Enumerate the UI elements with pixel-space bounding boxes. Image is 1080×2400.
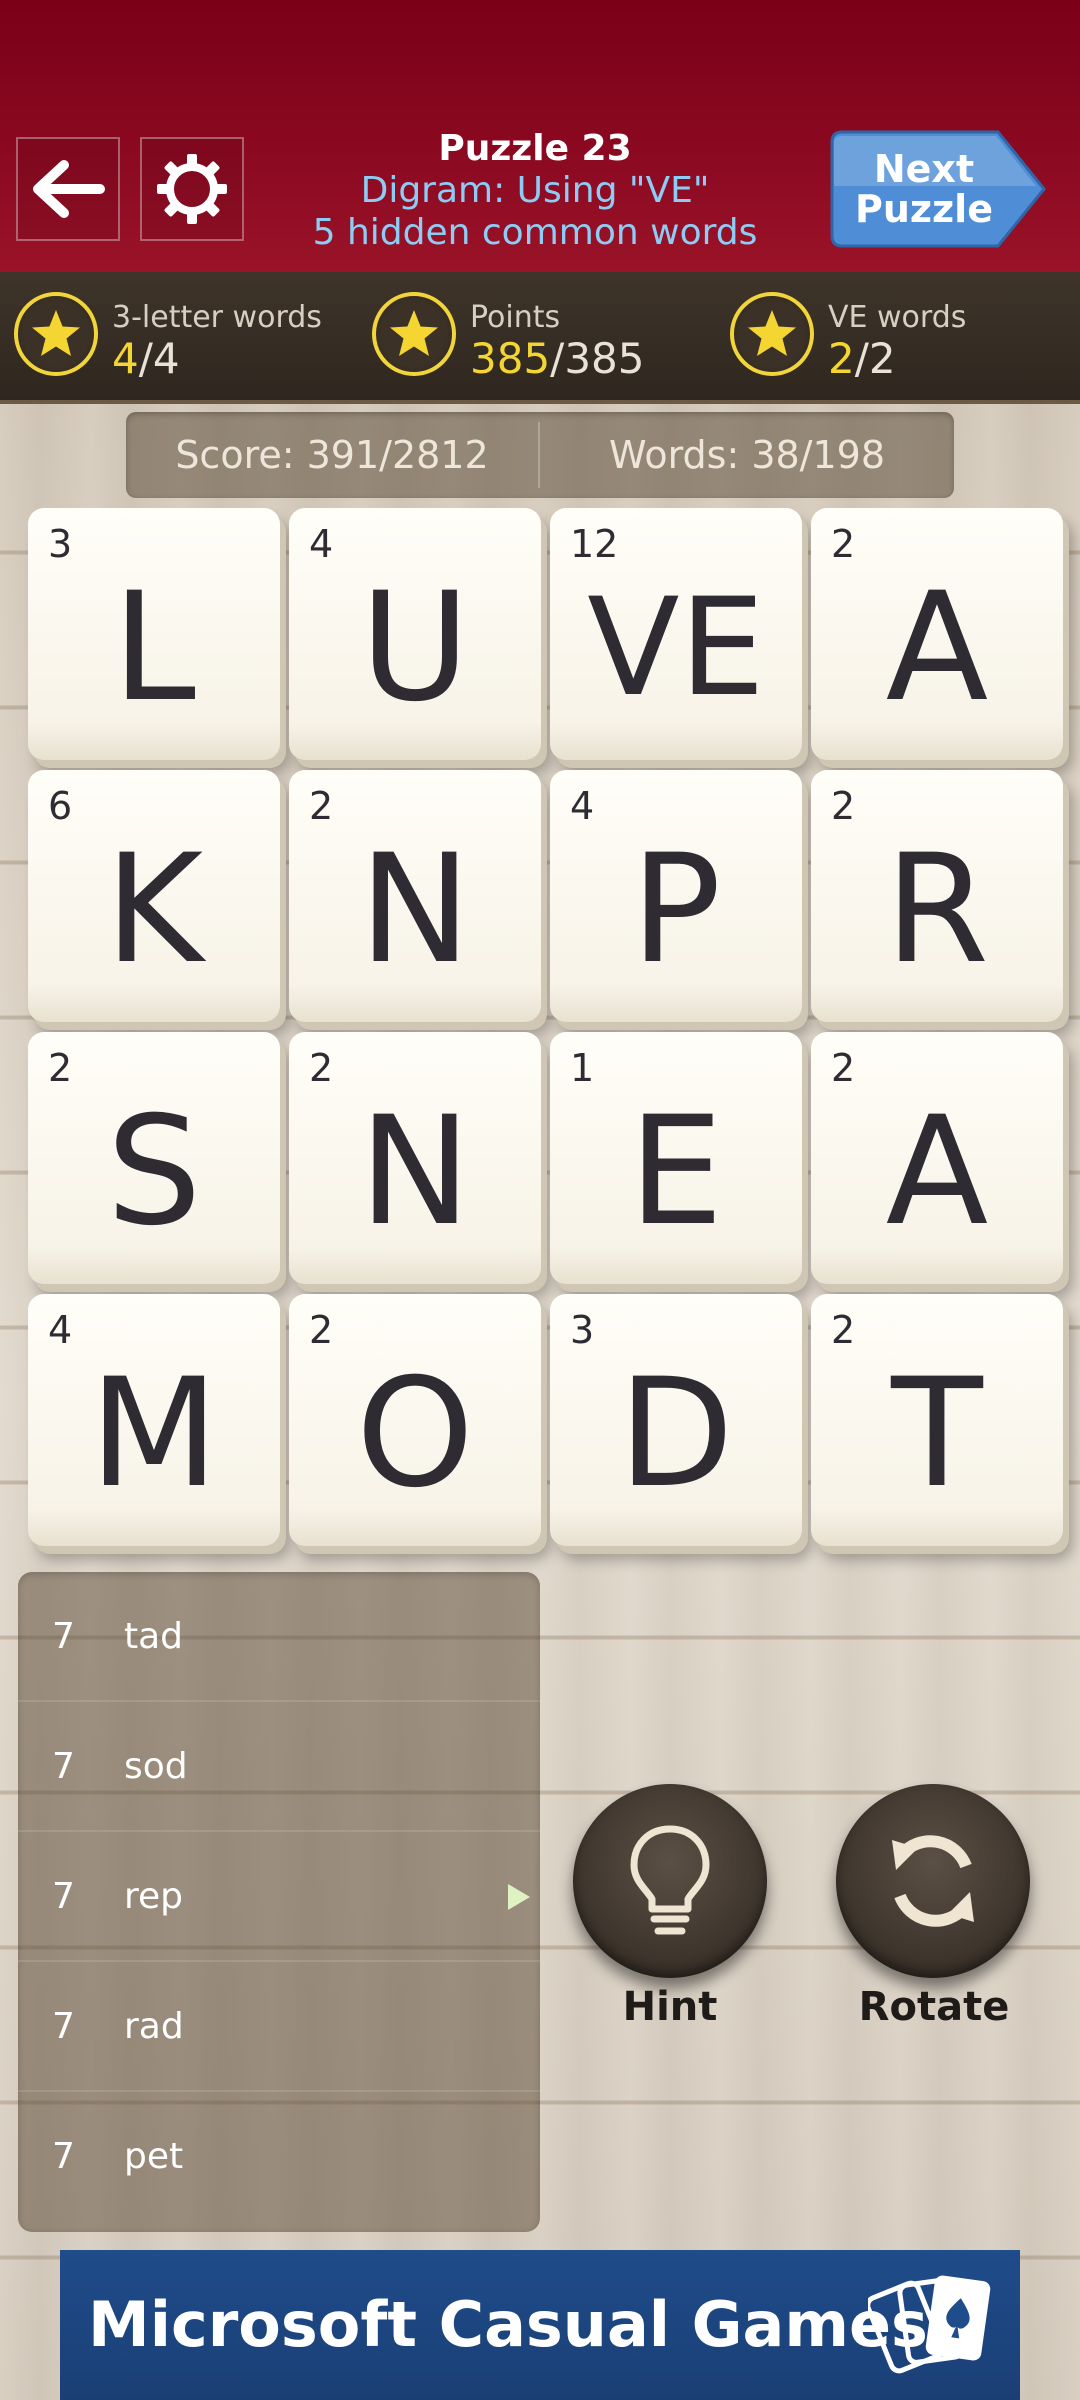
- letter-tile[interactable]: 4M: [28, 1294, 280, 1546]
- banner-text: Microsoft Casual Games: [88, 2288, 928, 2361]
- list-item[interactable]: 7 tad: [18, 1572, 540, 1702]
- letter-tile[interactable]: 2A: [811, 1032, 1063, 1284]
- tile-letter: N: [358, 823, 472, 997]
- next-puzzle-button[interactable]: Next Puzzle: [830, 130, 1050, 248]
- next-puzzle-label: Next Puzzle: [855, 147, 993, 231]
- letter-tile[interactable]: 3D: [550, 1294, 802, 1546]
- letter-tile[interactable]: 1E: [550, 1032, 802, 1284]
- word-points: 7: [52, 2136, 75, 2177]
- back-arrow-icon: [33, 160, 105, 218]
- rotate-icon: [892, 1835, 974, 1927]
- star-icon: [730, 292, 814, 376]
- letter-tile[interactable]: 2T: [811, 1294, 1063, 1546]
- achievement-progress: 4/4: [112, 334, 180, 383]
- tile-letter: U: [360, 561, 470, 735]
- tile-letter: D: [618, 1347, 734, 1521]
- tile-letter: O: [355, 1347, 475, 1521]
- rotate-label: Rotate: [858, 1984, 1010, 2030]
- list-item[interactable]: 7 rad: [18, 1962, 540, 2092]
- letter-tile[interactable]: 4U: [289, 508, 541, 760]
- achievement-label: 3-letter words: [112, 300, 322, 335]
- settings-button[interactable]: [140, 137, 244, 241]
- tile-letter: K: [104, 823, 204, 997]
- word-text: rad: [124, 2006, 184, 2047]
- letter-tile[interactable]: 2S: [28, 1032, 280, 1284]
- microsoft-casual-games-banner[interactable]: Microsoft Casual Games: [60, 2250, 1020, 2400]
- letter-tile[interactable]: 2N: [289, 1032, 541, 1284]
- word-text: tad: [124, 1616, 184, 1657]
- achievement-progress: 385/385: [470, 334, 645, 383]
- word-points: 7: [52, 2006, 75, 2047]
- word-points: 7: [52, 1746, 75, 1787]
- letter-tile[interactable]: 2A: [811, 508, 1063, 760]
- letter-tile[interactable]: 4P: [550, 770, 802, 1022]
- achievement-label: Points: [470, 300, 561, 335]
- rotate-button[interactable]: [836, 1784, 1030, 1978]
- puzzle-title: Puzzle 23: [438, 128, 632, 169]
- tile-letter: E: [628, 1085, 724, 1259]
- tile-letter: S: [106, 1085, 202, 1259]
- letter-tile[interactable]: 3L: [28, 508, 280, 760]
- playing-cards-icon: [868, 2275, 991, 2374]
- tile-letter: T: [891, 1347, 983, 1521]
- tile-letter: R: [884, 823, 990, 997]
- word-text: pet: [124, 2136, 184, 2177]
- tile-letter: A: [885, 1085, 989, 1259]
- tile-letter: VE: [587, 569, 765, 726]
- tile-letter: A: [885, 561, 989, 735]
- letter-tile[interactable]: 2O: [289, 1294, 541, 1546]
- word-text: sod: [124, 1746, 188, 1787]
- tile-letter: L: [112, 561, 196, 735]
- tile-letter: N: [358, 1085, 472, 1259]
- score-text: Score: 391/2812: [175, 433, 489, 477]
- selected-arrow-icon: [508, 1884, 530, 1910]
- letter-tile[interactable]: 12 VE: [550, 508, 802, 760]
- achievements-bar: 3-letter words 4/4 Points 385/385 VE wor…: [0, 272, 1080, 404]
- word-points: 7: [52, 1616, 75, 1657]
- list-item[interactable]: 7 pet: [18, 2092, 540, 2222]
- tile-letter: P: [630, 823, 722, 997]
- hint-button[interactable]: [573, 1784, 767, 1978]
- letter-tile[interactable]: 2N: [289, 770, 541, 1022]
- star-icon: [14, 292, 98, 376]
- achievement-label: VE words: [828, 300, 967, 335]
- letter-tile[interactable]: 2R: [811, 770, 1063, 1022]
- words-text: Words: 38/198: [608, 433, 886, 477]
- word-text: rep: [124, 1876, 184, 1917]
- achievement-progress: 2/2: [828, 334, 896, 383]
- hint-label: Hint: [622, 1984, 718, 2030]
- found-words-list[interactable]: 7 tad 7 sod 7 rep 7 rad 7 pet: [18, 1572, 540, 2232]
- word-points: 7: [52, 1876, 75, 1917]
- list-item[interactable]: 7 sod: [18, 1702, 540, 1832]
- star-icon: [372, 292, 456, 376]
- letter-tile[interactable]: 6K: [28, 770, 280, 1022]
- back-button[interactable]: [16, 137, 120, 241]
- score-bar: Score: 391/2812 Words: 38/198: [126, 412, 954, 498]
- tile-letter: M: [89, 1347, 219, 1521]
- list-item[interactable]: 7 rep: [18, 1832, 540, 1962]
- gear-icon: [157, 154, 227, 224]
- puzzle-subtitle: Digram: Using "VE": [360, 170, 710, 211]
- lightbulb-icon: [630, 1825, 710, 1935]
- puzzle-title-block: Puzzle 23 Digram: Using "VE" 5 hidden co…: [270, 128, 800, 254]
- puzzle-hint-text: 5 hidden common words: [312, 212, 758, 253]
